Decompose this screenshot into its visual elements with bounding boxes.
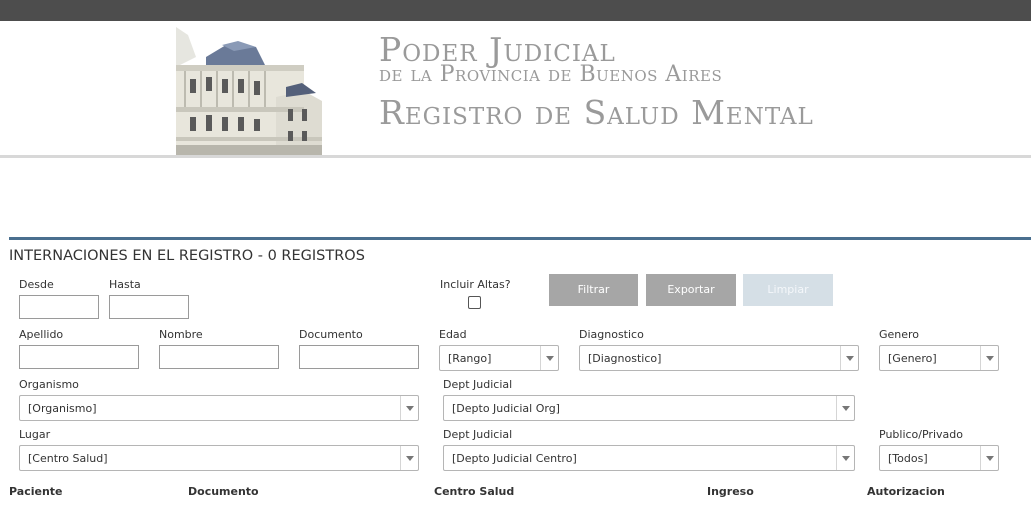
top-bar [0,0,1031,21]
desde-label: Desde [19,278,54,291]
chevron-down-icon [840,346,858,370]
hasta-input[interactable] [109,295,189,319]
organismo-label: Organismo [19,378,79,391]
lugar-select[interactable]: [Centro Salud] [19,445,419,471]
column-header-ingreso[interactable]: Ingreso [707,485,754,498]
edad-select-value: [Rango] [448,352,492,365]
genero-select-value: [Genero] [888,352,937,365]
column-header-autorizacion[interactable]: Autorizacion [867,485,945,498]
genero-label: Genero [879,328,920,341]
publico-privado-select[interactable]: [Todos] [879,445,999,471]
dept-judicial-centro-select[interactable]: [Depto Judicial Centro] [443,445,855,471]
exportar-button[interactable]: Exportar [646,274,736,306]
chevron-down-icon [400,396,418,420]
lugar-select-value: [Centro Salud] [28,452,108,465]
incluir-altas-checkbox[interactable] [468,296,481,309]
dept-judicial-centro-label: Dept Judicial [443,428,513,441]
limpiar-button[interactable]: Limpiar [743,274,833,306]
apellido-input[interactable] [19,345,139,369]
chevron-down-icon [980,446,998,470]
chevron-down-icon [980,346,998,370]
organismo-select-value: [Organismo] [28,402,97,415]
edad-select[interactable]: [Rango] [439,345,559,371]
chevron-down-icon [836,396,854,420]
publico-privado-label: Publico/Privado [879,428,963,441]
documento-input[interactable] [299,345,419,369]
nombre-input[interactable] [159,345,279,369]
desde-input[interactable] [19,295,99,319]
lugar-label: Lugar [19,428,51,441]
incluir-altas-label: Incluir Altas? [440,278,511,291]
section-divider [9,237,1031,240]
banner-title-registro: Registro de Salud Mental [379,93,814,132]
dept-judicial-org-label: Dept Judicial [443,378,513,391]
banner-divider [0,155,1031,158]
dept-judicial-centro-select-value: [Depto Judicial Centro] [452,452,577,465]
page-title: INTERNACIONES EN EL REGISTRO - 0 REGISTR… [9,248,365,264]
column-header-paciente[interactable]: Paciente [9,485,63,498]
dept-judicial-org-select-value: [Depto Judicial Org] [452,402,560,415]
banner-subtitle-provincia: de la Provincia de Buenos Aires [379,62,723,87]
diagnostico-select-value: [Diagnostico] [588,352,662,365]
chevron-down-icon [836,446,854,470]
organismo-select[interactable]: [Organismo] [19,395,419,421]
diagnostico-select[interactable]: [Diagnostico] [579,345,859,371]
chevron-down-icon [540,346,558,370]
documento-label: Documento [299,328,363,341]
dept-judicial-org-select[interactable]: [Depto Judicial Org] [443,395,855,421]
column-header-centro-salud[interactable]: Centro Salud [434,485,514,498]
chevron-down-icon [400,446,418,470]
genero-select[interactable]: [Genero] [879,345,999,371]
courthouse-building-icon [176,27,322,158]
hasta-label: Hasta [109,278,141,291]
nombre-label: Nombre [159,328,203,341]
apellido-label: Apellido [19,328,64,341]
column-header-documento[interactable]: Documento [188,485,259,498]
edad-label: Edad [439,328,467,341]
filtrar-button[interactable]: Filtrar [549,274,638,306]
publico-privado-select-value: [Todos] [888,452,928,465]
diagnostico-label: Diagnostico [579,328,644,341]
